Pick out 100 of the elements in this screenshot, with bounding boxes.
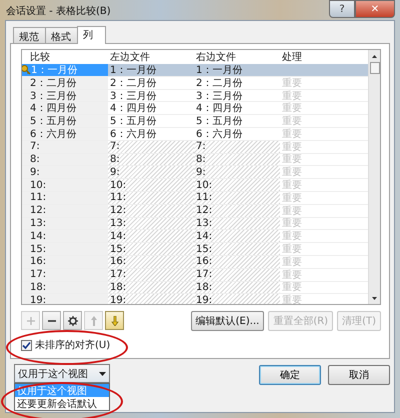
tab[interactable]: 列 bbox=[77, 26, 106, 44]
table-cell: 17: bbox=[30, 269, 46, 280]
table-cell: 14: bbox=[110, 230, 126, 242]
table-cell: 重要 bbox=[282, 204, 302, 217]
table-cell: 1：一月份 bbox=[196, 64, 242, 76]
cancel-button[interactable]: 取消 bbox=[328, 365, 390, 385]
table-cell: 重要 bbox=[282, 268, 302, 281]
up-arrow-icon bbox=[88, 316, 98, 326]
table-cell: 重要 bbox=[282, 128, 302, 140]
table-row[interactable]: 8: 8: 8: 重要 bbox=[22, 154, 368, 166]
help-button[interactable]: ? bbox=[329, 0, 355, 18]
table-row[interactable]: 11: 11: 11: 重要 bbox=[22, 192, 368, 205]
dropdown-option[interactable]: 还要更新会话默认 bbox=[15, 397, 109, 410]
table-cell: 9: bbox=[196, 166, 206, 178]
scroll-up-arrow-icon bbox=[372, 54, 377, 58]
table-cell: 7: bbox=[196, 141, 206, 152]
table-cell: 4：四月份 bbox=[30, 102, 76, 114]
table-cell: 9: bbox=[30, 166, 40, 178]
table-cell: 13: bbox=[110, 218, 126, 229]
scope-dropdown[interactable]: 仅用于这个视图 bbox=[14, 364, 110, 383]
table-cell: 15: bbox=[196, 244, 212, 255]
table-row[interactable]: 18: 18: 18: 重要 bbox=[22, 282, 368, 294]
column-header[interactable]: 右边文件 bbox=[194, 50, 280, 64]
table-cell: 8: bbox=[110, 154, 120, 165]
action-button[interactable]: 编辑默认(E)... bbox=[190, 311, 264, 331]
table-cell: 4：四月份 bbox=[196, 102, 242, 114]
table-cell: 8: bbox=[30, 154, 40, 165]
scroll-down-arrow-icon bbox=[372, 296, 377, 300]
table-row[interactable]: 15: 15: 15: 重要 bbox=[22, 243, 368, 256]
table-cell: 13: bbox=[30, 218, 46, 229]
column-header[interactable]: 左边文件 bbox=[108, 50, 194, 64]
checkbox[interactable] bbox=[21, 340, 32, 350]
table-cell: 5：五月份 bbox=[110, 115, 156, 127]
table-cell: 2：二月份 bbox=[30, 76, 76, 89]
table-cell: 8: bbox=[196, 154, 206, 165]
table-cell: 10: bbox=[110, 180, 126, 191]
table-cell: 3：三月份 bbox=[30, 90, 76, 102]
gear-icon bbox=[68, 316, 78, 326]
table-cell: 19: bbox=[30, 294, 46, 304]
table-row[interactable]: 9: 9: 9: 重要 bbox=[22, 166, 368, 180]
table-cell: 11: bbox=[110, 192, 126, 204]
table-cell: 重要 bbox=[282, 282, 302, 294]
table-cell: 3：三月份 bbox=[110, 90, 156, 102]
checkbox-label[interactable]: 未排序的对齐(U) bbox=[35, 338, 110, 352]
table-row[interactable]: 1：一月份 1：一月份 1：一月份 bbox=[22, 64, 368, 77]
table-cell: 14: bbox=[30, 230, 46, 242]
scrollbar[interactable] bbox=[368, 50, 380, 304]
table-cell: 11: bbox=[196, 192, 212, 204]
table-row[interactable]: 6：六月份 6：六月份 6：六月份 重要 bbox=[22, 128, 368, 141]
table-row[interactable]: 12: 12: 12: 重要 bbox=[22, 204, 368, 218]
table-row[interactable]: 4：四月份 4：四月份 4：四月份 重要 bbox=[22, 102, 368, 116]
tab[interactable]: 规范 bbox=[13, 27, 46, 43]
table-cell: 重要 bbox=[282, 90, 302, 102]
table-cell: 10: bbox=[196, 180, 212, 191]
scroll-thumb[interactable] bbox=[370, 62, 380, 74]
table-row[interactable]: 3：三月份 3：三月份 3：三月份 重要 bbox=[22, 90, 368, 102]
table-cell: 12: bbox=[110, 205, 126, 216]
table-cell: 10: bbox=[30, 180, 46, 191]
minus-button[interactable] bbox=[42, 311, 61, 330]
table-row[interactable]: 2：二月份 2：二月份 2：二月份 重要 bbox=[22, 76, 368, 90]
table-cell: 7: bbox=[110, 141, 120, 152]
table-row[interactable]: 13: 13: 13: 重要 bbox=[22, 218, 368, 230]
dropdown-arrow-icon bbox=[99, 372, 106, 376]
table-cell: 1：一月份 bbox=[110, 64, 156, 76]
table-cell: 12: bbox=[30, 205, 46, 216]
down-button[interactable] bbox=[105, 311, 124, 330]
table-cell: 18: bbox=[196, 282, 212, 293]
table-cell: 15: bbox=[110, 244, 126, 255]
table-cell: 重要 bbox=[282, 179, 302, 191]
gear-button[interactable] bbox=[63, 311, 82, 330]
table-cell: 重要 bbox=[282, 192, 302, 204]
down-arrow-icon bbox=[110, 316, 120, 326]
table-cell: 6：六月份 bbox=[30, 128, 76, 140]
table-cell: 3：三月份 bbox=[196, 90, 242, 102]
tab[interactable]: 格式 bbox=[45, 27, 78, 43]
table-row[interactable]: 10: 10: 10: 重要 bbox=[22, 179, 368, 192]
table-cell: 重要 bbox=[282, 243, 302, 255]
table-row[interactable]: 14: 14: 14: 重要 bbox=[22, 230, 368, 244]
table-cell: 7: bbox=[30, 141, 40, 152]
table-cell: 19: bbox=[110, 294, 126, 304]
table-cell: 14: bbox=[196, 230, 212, 242]
table-cell: 16: bbox=[110, 256, 126, 268]
table-row[interactable]: 5：五月份 5：五月份 5：五月份 重要 bbox=[22, 115, 368, 128]
table-cell: 重要 bbox=[282, 76, 302, 89]
column-header[interactable]: 处理 bbox=[280, 50, 368, 64]
table-cell: 16: bbox=[196, 256, 212, 268]
table-row[interactable]: 7: 7: 7: 重要 bbox=[22, 140, 368, 154]
table-cell: 6：六月份 bbox=[196, 128, 242, 140]
column-header[interactable]: 比较 bbox=[22, 50, 108, 64]
table-cell: 13: bbox=[196, 218, 212, 229]
table-row[interactable]: 16: 16: 16: 重要 bbox=[22, 256, 368, 269]
plus-icon bbox=[26, 316, 36, 326]
table-cell: 15: bbox=[30, 244, 46, 255]
check-icon bbox=[22, 340, 31, 350]
table-cell: 重要 bbox=[282, 166, 302, 178]
table-cell: 重要 bbox=[282, 256, 302, 268]
table-cell: 重要 bbox=[282, 115, 302, 127]
table-cell: 6：六月份 bbox=[110, 128, 156, 140]
table-row[interactable]: 17: 17: 17: 重要 bbox=[22, 268, 368, 282]
ok-button[interactable]: 确定 bbox=[259, 365, 321, 385]
